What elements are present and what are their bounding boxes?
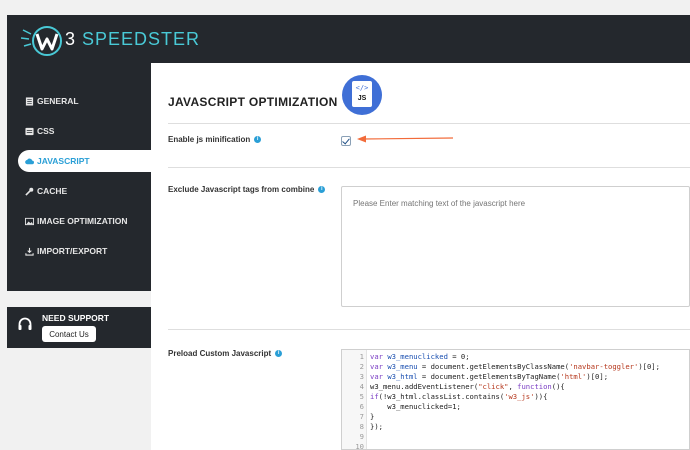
divider: [168, 329, 690, 330]
sidebar: GENERAL CSS JAVASCRIPT CACHE IMAGE OPTIM…: [7, 63, 151, 291]
cloud-icon: [25, 158, 34, 164]
code-line: 6 w3_menuclicked=1;: [359, 402, 461, 411]
preload-label: Preload Custom Javascript i: [168, 349, 283, 358]
minify-label-text: Enable js minification: [168, 135, 251, 144]
arrow-annotation-icon: [357, 135, 453, 143]
import-export-icon: [25, 247, 34, 256]
code-line: 9: [359, 432, 364, 441]
sidebar-item-label: JAVASCRIPT: [37, 156, 90, 166]
headset-icon: [18, 317, 32, 330]
support-box: NEED SUPPORT Contact Us: [7, 307, 151, 348]
info-icon[interactable]: i: [318, 186, 326, 193]
exclude-label-text: Exclude Javascript tags from combine: [168, 185, 315, 194]
exclude-label: Exclude Javascript tags from combine i: [168, 185, 326, 194]
main-content: JAVASCRIPT OPTIMIZATION </> JS Enable js…: [151, 63, 690, 450]
sidebar-item-general[interactable]: GENERAL: [7, 90, 151, 112]
sidebar-item-cache[interactable]: CACHE: [7, 180, 151, 202]
css-icon: [25, 127, 34, 135]
w3-logo-icon: [21, 26, 62, 56]
brand-name: 3 SPEEDSTER: [65, 29, 200, 50]
info-icon[interactable]: i: [254, 136, 262, 143]
image-icon: [25, 217, 34, 225]
sidebar-item-import-export[interactable]: IMPORT/EXPORT: [7, 240, 151, 262]
exclude-js-textarea[interactable]: [341, 186, 690, 307]
code-line: 8});: [359, 422, 383, 431]
sidebar-item-javascript[interactable]: JAVASCRIPT: [18, 150, 151, 172]
divider: [168, 123, 690, 124]
code-line: 4 w3_menu.addEventListener("click", funct…: [359, 382, 565, 391]
preload-label-text: Preload Custom Javascript: [168, 349, 272, 358]
page-title: JAVASCRIPT OPTIMIZATION: [168, 95, 338, 109]
minify-label: Enable js minification i: [168, 135, 262, 144]
minify-checkbox[interactable]: [341, 136, 351, 146]
code-line: 7}: [359, 412, 375, 421]
code-line: 3 var w3_html = document.getElementsByTag…: [359, 372, 609, 381]
top-bar: 3 SPEEDSTER: [7, 15, 690, 63]
document-icon: [25, 96, 34, 106]
brand-text: SPEEDSTER: [76, 29, 201, 49]
js-file-icon: </> JS: [352, 81, 372, 107]
brand-number: 3: [65, 29, 77, 49]
code-line: 10: [355, 442, 364, 450]
contact-us-button[interactable]: Contact Us: [42, 326, 96, 342]
code-line: 1 var w3_menuclicked = 0;: [359, 352, 470, 361]
code-tag-icon: </>: [355, 84, 369, 92]
support-title: NEED SUPPORT: [42, 313, 110, 323]
info-icon[interactable]: i: [275, 350, 283, 357]
sidebar-item-css[interactable]: CSS: [7, 120, 151, 142]
sidebar-item-label: CSS: [37, 126, 55, 136]
sidebar-item-label: GENERAL: [37, 96, 79, 106]
sidebar-item-label: CACHE: [37, 186, 68, 196]
divider: [168, 167, 690, 168]
preload-js-code-editor[interactable]: 1 var w3_menuclicked = 0; 2 var w3_menu = …: [341, 349, 690, 450]
code-line: 5 if(!w3_html.classList.contains('w3_js')…: [359, 392, 548, 401]
js-badge: </> JS: [342, 75, 382, 115]
sidebar-item-image-optimization[interactable]: IMAGE OPTIMIZATION: [7, 210, 151, 232]
js-badge-label: JS: [357, 95, 367, 102]
code-line: 2 var w3_menu = document.getElementsByCla…: [359, 362, 660, 371]
wrench-icon: [25, 187, 34, 196]
sidebar-item-label: IMPORT/EXPORT: [37, 246, 108, 256]
sidebar-item-label: IMAGE OPTIMIZATION: [37, 216, 128, 226]
